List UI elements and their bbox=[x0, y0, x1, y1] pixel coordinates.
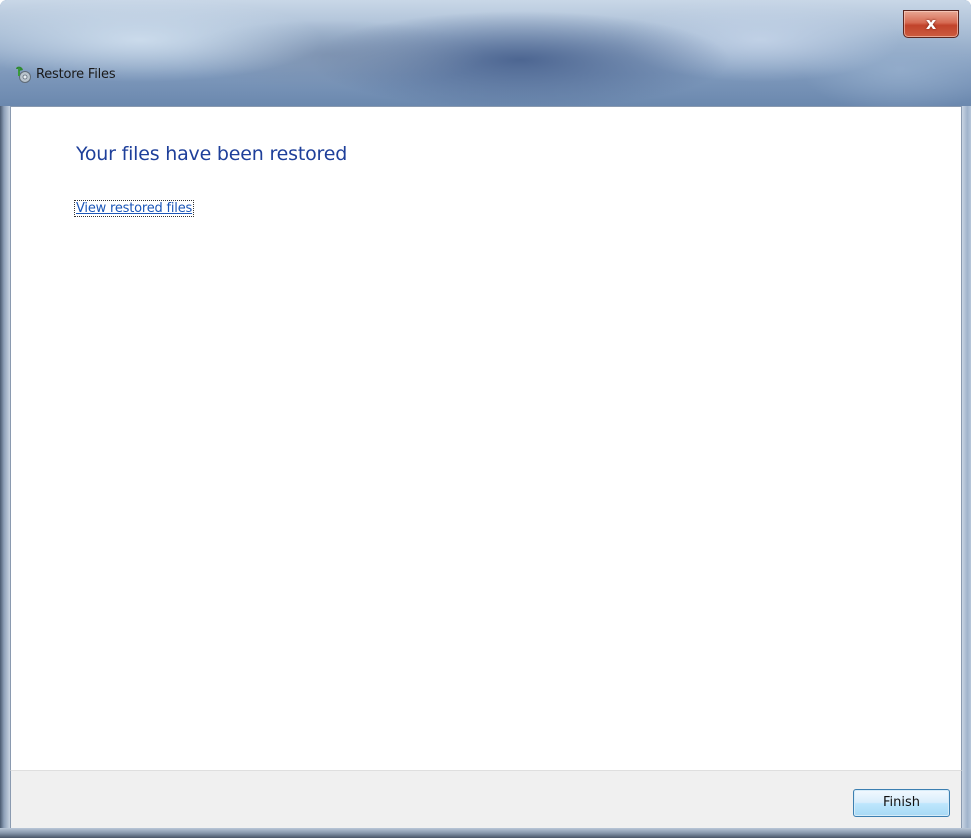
restore-files-window: Restore Files x Your files have been res… bbox=[0, 0, 971, 838]
finish-button[interactable]: Finish bbox=[853, 789, 950, 817]
page-title: Your files have been restored bbox=[76, 143, 348, 165]
content-area: Your files have been restored View resto… bbox=[10, 106, 962, 770]
window-frame-left bbox=[0, 106, 10, 838]
title-bar[interactable]: Restore Files x bbox=[0, 0, 971, 106]
restore-files-icon bbox=[16, 66, 31, 83]
view-restored-files-link[interactable]: View restored files bbox=[73, 200, 195, 217]
close-button[interactable]: x bbox=[903, 10, 959, 38]
close-icon: x bbox=[925, 14, 937, 33]
window-frame-right bbox=[962, 106, 971, 838]
window-frame-bottom bbox=[0, 828, 971, 838]
window-title: Restore Files bbox=[36, 67, 116, 82]
footer-bar: Finish bbox=[10, 770, 962, 828]
